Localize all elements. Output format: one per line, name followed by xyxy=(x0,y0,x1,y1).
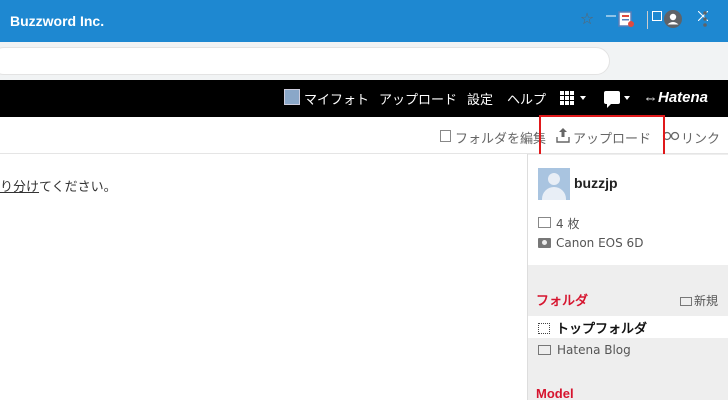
comment-icon[interactable] xyxy=(604,91,620,108)
minimize-icon xyxy=(606,15,616,17)
folder-item-top-label: トップフォルダ xyxy=(556,322,648,337)
nav-my-photo[interactable]: マイフォト xyxy=(304,89,369,108)
address-bar[interactable] xyxy=(0,47,610,75)
new-folder-label: 新規 xyxy=(694,294,719,308)
edit-folder-link[interactable]: フォルダを編集 xyxy=(455,128,546,147)
folder-item-hatena-blog[interactable]: Hatena Blog xyxy=(538,343,631,357)
comment-caret-icon xyxy=(624,96,630,100)
nav-upload[interactable]: アップロード xyxy=(379,89,457,108)
toolbar-separator xyxy=(647,11,648,29)
new-folder-icon xyxy=(680,297,692,306)
folder-icon xyxy=(538,345,551,355)
my-photo-avatar-icon xyxy=(284,89,300,105)
camera-model[interactable]: Canon EOS 6D xyxy=(556,236,643,250)
hatena-logo-mark-icon: ⇔ xyxy=(643,89,658,106)
top-folder-icon xyxy=(538,323,550,334)
model-heading: Model xyxy=(536,386,574,400)
folder-item-hatena-blog-label: Hatena Blog xyxy=(557,343,631,357)
camera-icon xyxy=(538,238,551,248)
nav-help[interactable]: ヘルプ xyxy=(507,89,546,108)
sort-link[interactable]: り分け xyxy=(0,180,39,195)
photos-icon xyxy=(538,217,551,228)
bookmark-star-icon[interactable]: ☆ xyxy=(578,10,596,28)
apps-grid-icon[interactable] xyxy=(560,91,574,105)
hatena-logo[interactable]: ⇔Hatena xyxy=(643,89,708,106)
main-message-text: てください。 xyxy=(39,180,117,195)
window-title: Buzzword Inc. xyxy=(10,13,105,29)
folders-heading: フォルダ xyxy=(536,293,589,308)
user-avatar[interactable] xyxy=(538,168,570,200)
username[interactable]: buzzjp xyxy=(574,175,618,191)
folder-edit-icon xyxy=(440,130,451,142)
hatena-logo-text: Hatena xyxy=(658,89,709,106)
nav-settings[interactable]: 設定 xyxy=(467,89,493,108)
photo-count: 4 枚 xyxy=(556,217,580,231)
link-link[interactable]: リンク xyxy=(681,128,720,147)
browser-toolbar xyxy=(0,42,728,80)
profile-avatar-icon[interactable] xyxy=(663,9,683,29)
browser-menu-icon[interactable] xyxy=(700,9,710,29)
apps-caret-icon xyxy=(580,96,586,100)
new-folder-button[interactable]: 新規 xyxy=(680,292,718,309)
main-message: り分けてください。 xyxy=(0,176,117,195)
maximize-icon xyxy=(652,11,662,21)
folder-item-top[interactable]: トップフォルダ xyxy=(538,318,647,337)
extension-icon[interactable] xyxy=(617,10,635,28)
